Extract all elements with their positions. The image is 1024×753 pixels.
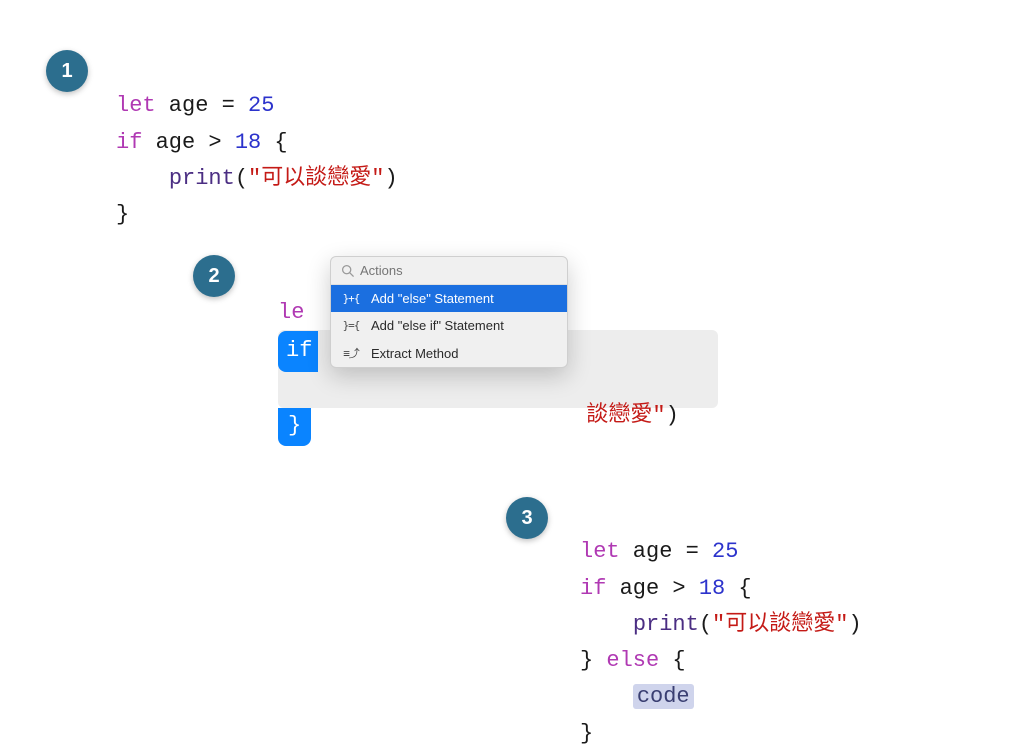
brace-close: } bbox=[116, 202, 129, 227]
indent bbox=[116, 166, 169, 191]
popup-item-add-else[interactable]: }+{ Add "else" Statement bbox=[331, 285, 567, 312]
brace-close: } bbox=[580, 648, 606, 673]
paren: ( bbox=[699, 612, 712, 637]
selected-if-token[interactable]: if bbox=[278, 331, 318, 371]
brace-open: { bbox=[659, 648, 685, 673]
code-line: le bbox=[278, 295, 318, 331]
string-tail: 談戀愛" bbox=[586, 403, 665, 428]
string-literal: "可以談戀愛" bbox=[712, 612, 848, 637]
keyword-else: else bbox=[606, 648, 659, 673]
popup-item-label: Add "else if" Statement bbox=[371, 318, 504, 333]
badge-number: 1 bbox=[61, 60, 72, 83]
step-badge-2: 2 bbox=[193, 255, 235, 297]
add-else-icon: }+{ bbox=[341, 292, 361, 305]
number-literal: 25 bbox=[712, 539, 738, 564]
paren: ) bbox=[384, 166, 397, 191]
code-text: age = bbox=[156, 93, 248, 118]
selected-brace-wrap: } bbox=[278, 408, 318, 446]
func-print: print bbox=[169, 166, 235, 191]
actions-search-input[interactable] bbox=[360, 263, 557, 278]
actions-popup[interactable]: }+{ Add "else" Statement }={ Add "else i… bbox=[330, 256, 568, 368]
code-block-2: le if } bbox=[278, 295, 318, 446]
code-text: age > bbox=[606, 576, 698, 601]
func-print: print bbox=[633, 612, 699, 637]
code-fragment-print-tail: 談戀愛") bbox=[560, 371, 679, 428]
badge-number: 3 bbox=[521, 507, 532, 530]
number-literal: 18 bbox=[699, 576, 725, 601]
popup-item-extract-method[interactable]: ≡⤴ Extract Method bbox=[331, 339, 567, 367]
paren: ) bbox=[848, 612, 861, 637]
brace-open: { bbox=[261, 130, 287, 155]
number-literal: 25 bbox=[248, 93, 274, 118]
popup-item-add-else-if[interactable]: }={ Add "else if" Statement bbox=[331, 312, 567, 339]
popup-item-label: Extract Method bbox=[371, 346, 458, 361]
spacer bbox=[278, 372, 318, 408]
code-text: age = bbox=[620, 539, 712, 564]
keyword-let: let bbox=[580, 539, 620, 564]
code-text: age > bbox=[142, 130, 234, 155]
indent bbox=[580, 612, 633, 637]
string-literal: "可以談戀愛" bbox=[248, 166, 384, 191]
badge-number: 2 bbox=[208, 265, 219, 288]
search-icon bbox=[341, 264, 354, 277]
selected-if-wrap: if bbox=[278, 331, 318, 371]
extract-method-icon: ≡⤴ bbox=[341, 345, 361, 361]
keyword-if: if bbox=[116, 130, 142, 155]
code-block-1: let age = 25 if age > 18 { print("可以談戀愛"… bbox=[116, 52, 398, 233]
paren: ) bbox=[666, 403, 679, 428]
step-badge-1: 1 bbox=[46, 50, 88, 92]
indent bbox=[580, 684, 633, 709]
popup-item-label: Add "else" Statement bbox=[371, 291, 494, 306]
code-block-3: let age = 25 if age > 18 { print("可以談戀愛"… bbox=[580, 498, 862, 752]
keyword-let: let bbox=[116, 93, 156, 118]
add-else-if-icon: }={ bbox=[341, 319, 361, 332]
brace-open: { bbox=[725, 576, 751, 601]
keyword-let-fragment: le bbox=[278, 300, 304, 325]
code-placeholder[interactable]: code bbox=[633, 684, 694, 709]
brace-close: } bbox=[580, 721, 593, 746]
popup-search-row[interactable] bbox=[331, 257, 567, 285]
keyword-if: if bbox=[580, 576, 606, 601]
step-badge-3: 3 bbox=[506, 497, 548, 539]
number-literal: 18 bbox=[235, 130, 261, 155]
selected-brace-token[interactable]: } bbox=[278, 408, 311, 446]
paren: ( bbox=[235, 166, 248, 191]
